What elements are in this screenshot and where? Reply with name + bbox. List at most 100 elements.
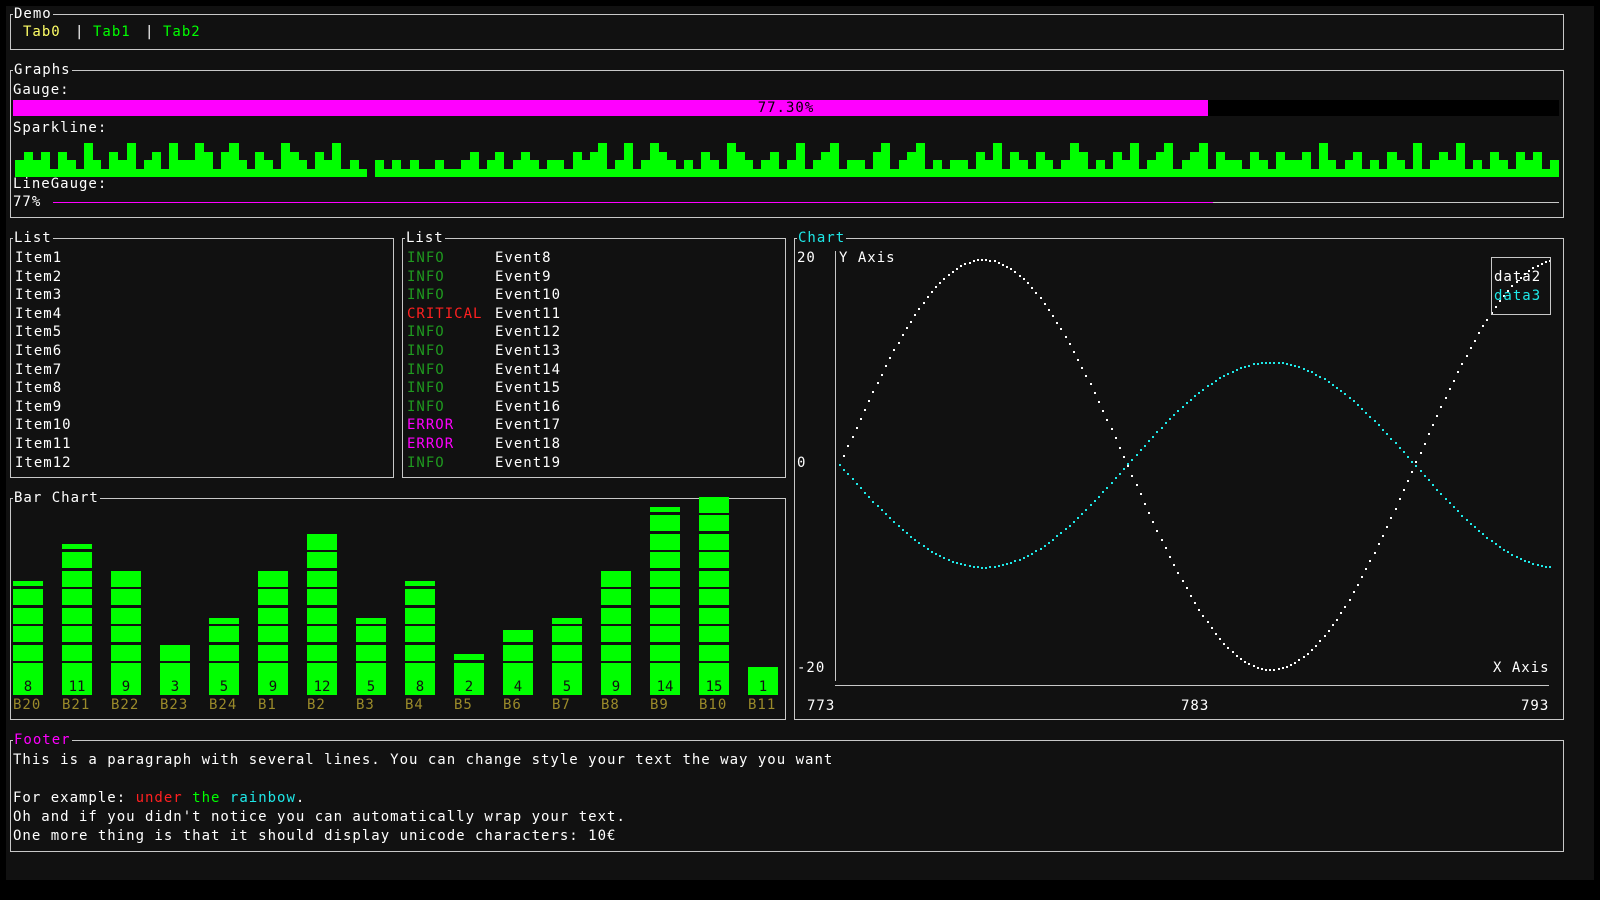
event-row[interactable]: INFO Event15 [407,379,561,398]
chart-point-data3 [1373,420,1376,423]
bar-segment [699,552,729,568]
line-gauge-fill [53,202,1213,203]
bar-segment [258,663,288,679]
event-row[interactable]: INFO Event8 [407,249,552,268]
event-row[interactable]: INFO Event12 [407,323,561,342]
bar-value: 8 [405,679,435,695]
list-item[interactable]: Item2 [15,268,62,287]
chart-point-data3 [1210,382,1213,385]
bar-label: B3 [356,697,375,713]
chart-point-data3 [1528,561,1531,564]
chart-point-data2 [1248,663,1251,666]
chart-point-data3 [1039,547,1042,550]
chart-point-data3 [851,478,854,480]
event-level: INFO [407,398,445,415]
chart-point-data3 [1085,508,1088,511]
bar-segment [13,607,43,624]
chart-point-data3 [1198,391,1201,394]
tab-2[interactable]: Tab2 [163,23,201,42]
bar-segment [699,515,729,531]
chart-point-data2 [1110,428,1113,431]
bar-segment [111,570,141,587]
bar-segment [405,589,435,605]
event-row[interactable]: CRITICAL Event11 [407,305,561,324]
event-row[interactable]: INFO Event19 [407,454,561,473]
chart-point-data2 [1102,409,1105,412]
chart-point-data3 [1052,538,1054,541]
bar-label: B23 [160,697,189,713]
chart-point-data3 [1135,454,1138,456]
bar-segment [258,589,288,605]
chart-point-data2 [947,274,950,276]
chart-point-data3 [1515,555,1518,558]
bar-value: 5 [356,679,386,695]
list-item[interactable]: Item5 [15,323,62,342]
chart-point-data2 [989,259,992,262]
chart-point-data3 [1173,414,1176,417]
chart-point-data2 [1143,502,1146,505]
bar-segment [454,663,484,679]
bar-segment [258,644,288,661]
chart-point-data3 [1444,497,1447,500]
chart-point-data3 [1001,564,1004,567]
tab-1[interactable]: Tab1 [93,23,131,42]
event-row[interactable]: INFO Event13 [407,342,561,361]
event-row[interactable]: ERROR Event17 [407,416,561,435]
chart-point-data2 [893,349,896,352]
chart-point-data3 [1365,411,1368,414]
chart-point-data3 [1064,528,1067,531]
chart-point-data2 [1194,601,1196,604]
event-row[interactable]: INFO Event10 [407,286,561,305]
list-item[interactable]: Item8 [15,379,62,398]
chart-point-data3 [1168,418,1171,421]
legend-data2: data2 [1494,269,1542,285]
chart-point-data3 [1402,451,1405,454]
chart-point-data2 [985,259,988,262]
chart-point-data2 [905,327,908,330]
chart-point-data2 [1227,646,1230,649]
footer-panel: Footer This is a paragraph with several … [10,732,1564,852]
chart-point-data2 [1056,321,1059,324]
chart-point-data3 [1336,386,1338,389]
chart-point-data3 [1118,472,1121,475]
event-row[interactable]: INFO Event14 [407,361,561,380]
bar-segment [13,626,43,642]
chart-point-data3 [1407,456,1409,459]
chart-point-data3 [1077,516,1080,519]
event-row[interactable]: INFO Event16 [407,398,561,417]
chart-point-data2 [1052,314,1054,317]
bar-value: 4 [503,679,533,695]
chart-point-data3 [910,535,912,538]
chart-point-data3 [1448,501,1451,504]
chart-point-data2 [1444,397,1447,399]
chart-point-data3 [1549,566,1551,568]
chart-point-data2 [1327,630,1330,633]
chart-point-data3 [1068,524,1071,527]
list-item[interactable]: Item7 [15,361,62,380]
event-row[interactable]: ERROR Event18 [407,435,561,454]
list-item[interactable]: Item6 [15,342,62,361]
bar-segment [601,589,631,605]
list-item[interactable]: Item4 [15,305,62,324]
event-row[interactable]: INFO Event9 [407,268,552,287]
chart-point-data3 [1390,437,1393,440]
list-item[interactable]: Item12 [15,454,72,473]
list-item[interactable]: Item3 [15,286,62,305]
tab-0[interactable]: Tab0 [23,23,61,42]
list-item[interactable]: Item10 [15,416,72,435]
event-name: Event11 [495,305,562,322]
list-item[interactable]: Item1 [15,249,62,268]
bar-label: B21 [62,697,91,713]
event-level: INFO [407,287,445,304]
chart-point-data3 [1010,561,1013,564]
bar-segment [62,626,92,642]
chart-point-data3 [1269,361,1272,364]
chart-point-data3 [1081,512,1084,515]
list-item[interactable]: Item11 [15,435,72,454]
chart-point-data2 [889,357,892,360]
chart-point-data3 [897,525,900,528]
list-item[interactable]: Item9 [15,398,62,417]
footer-line-2-prefix: For example: [13,790,136,806]
footer-word-rainbow: rainbow [229,790,296,806]
chart-point-data3 [843,468,846,471]
